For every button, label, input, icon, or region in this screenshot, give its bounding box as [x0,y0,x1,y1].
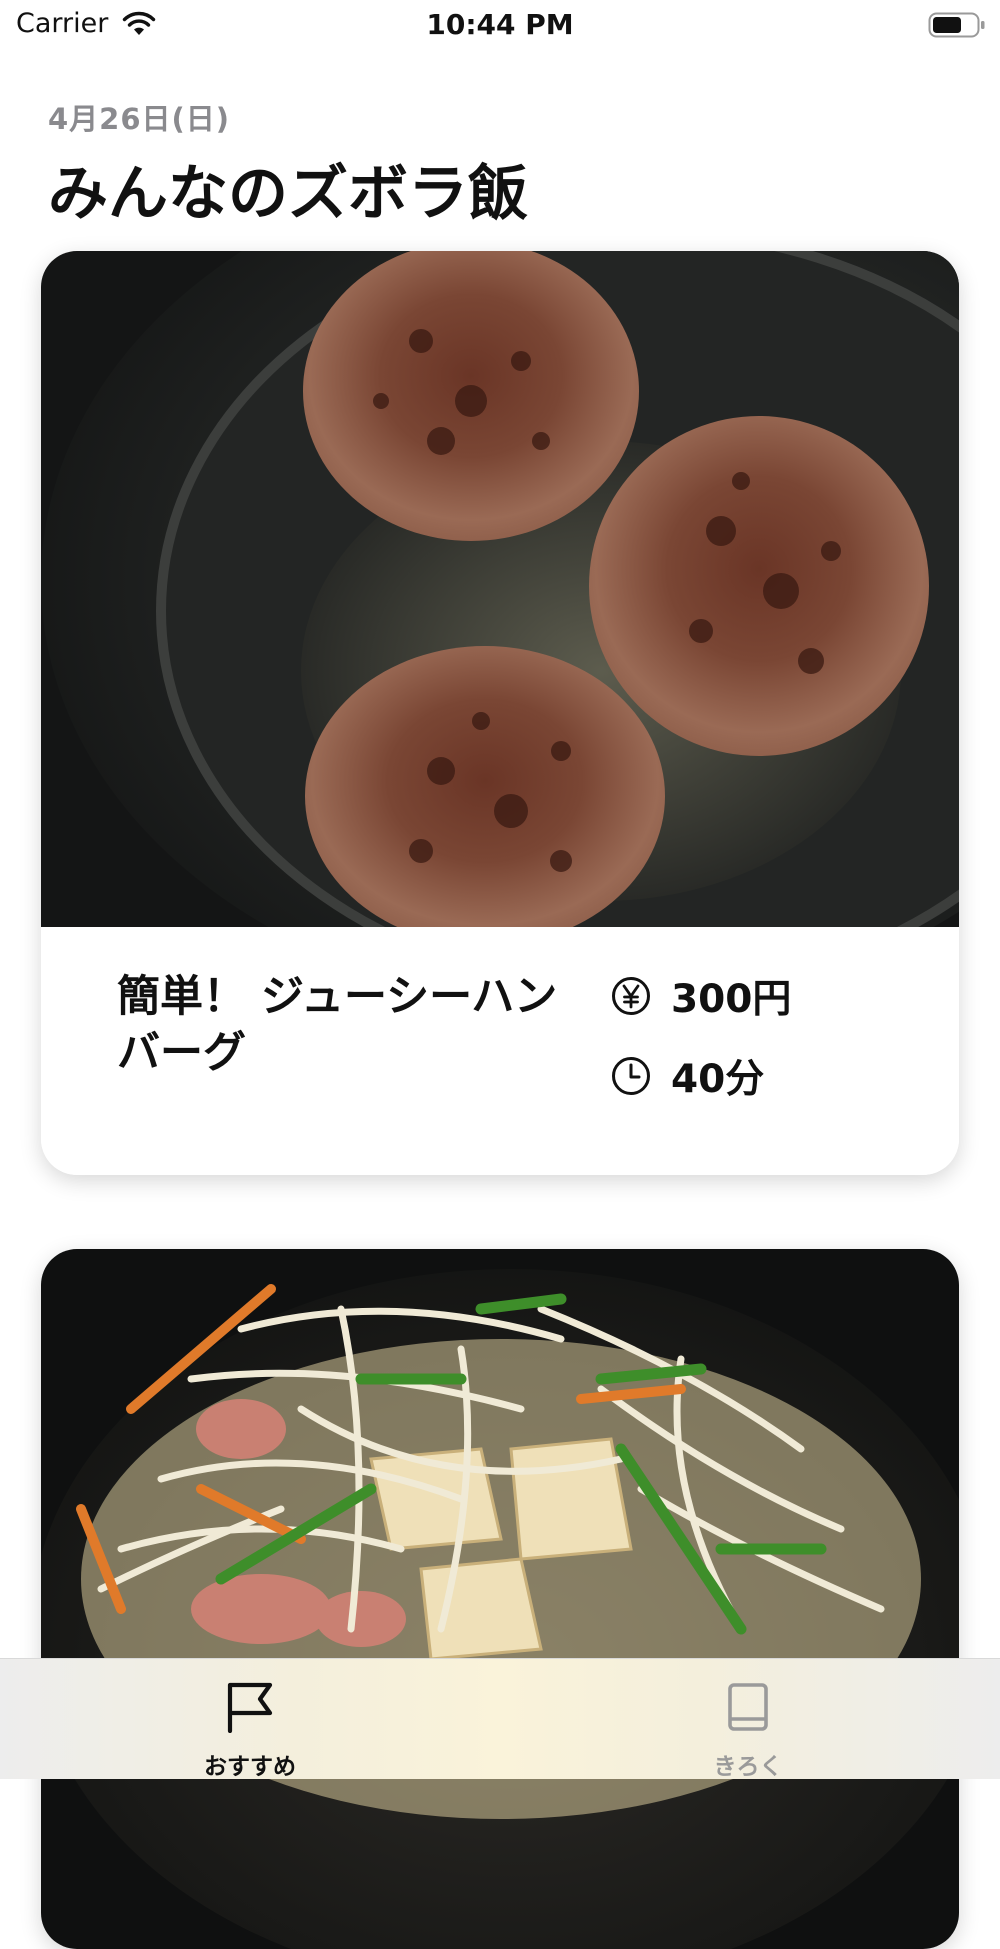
recipe-info: 簡単！ ジューシーハンバーグ 300円 40分 [41,927,959,1175]
book-icon [728,1683,768,1731]
battery-icon [928,12,985,38]
yen-icon [612,977,650,1015]
clock-icon [612,1057,650,1095]
recipe-price: 300円 [611,971,792,1022]
recipe-title: 簡単！ ジューシーハンバーグ [117,972,558,1078]
page-title: みんなのズボラ飯 [48,159,528,229]
time-value: 40分 [671,1057,765,1102]
tab-label-record: きろく [713,1754,783,1780]
recipe-card[interactable]: 簡単！ ジューシーハンバーグ 300円 40分 [41,251,959,1175]
tab-label-recommend: おすすめ [204,1754,296,1780]
recipe-time: 40分 [611,1051,765,1102]
flag-icon [227,1682,273,1733]
status-bar: Carrier 10:44 PM [0,0,1000,50]
recipe-photo [41,251,959,927]
price-value: 300円 [671,977,792,1022]
recipe-photo [41,1249,959,1949]
tab-recommend[interactable]: おすすめ [150,1659,350,1780]
status-time: 10:44 PM [426,8,574,41]
tab-bar: おすすめ きろく [0,1658,1000,1780]
recipe-card[interactable] [41,1249,959,1949]
date-label: 4月26日(日) [48,102,231,136]
tab-record[interactable]: きろく [648,1659,848,1780]
